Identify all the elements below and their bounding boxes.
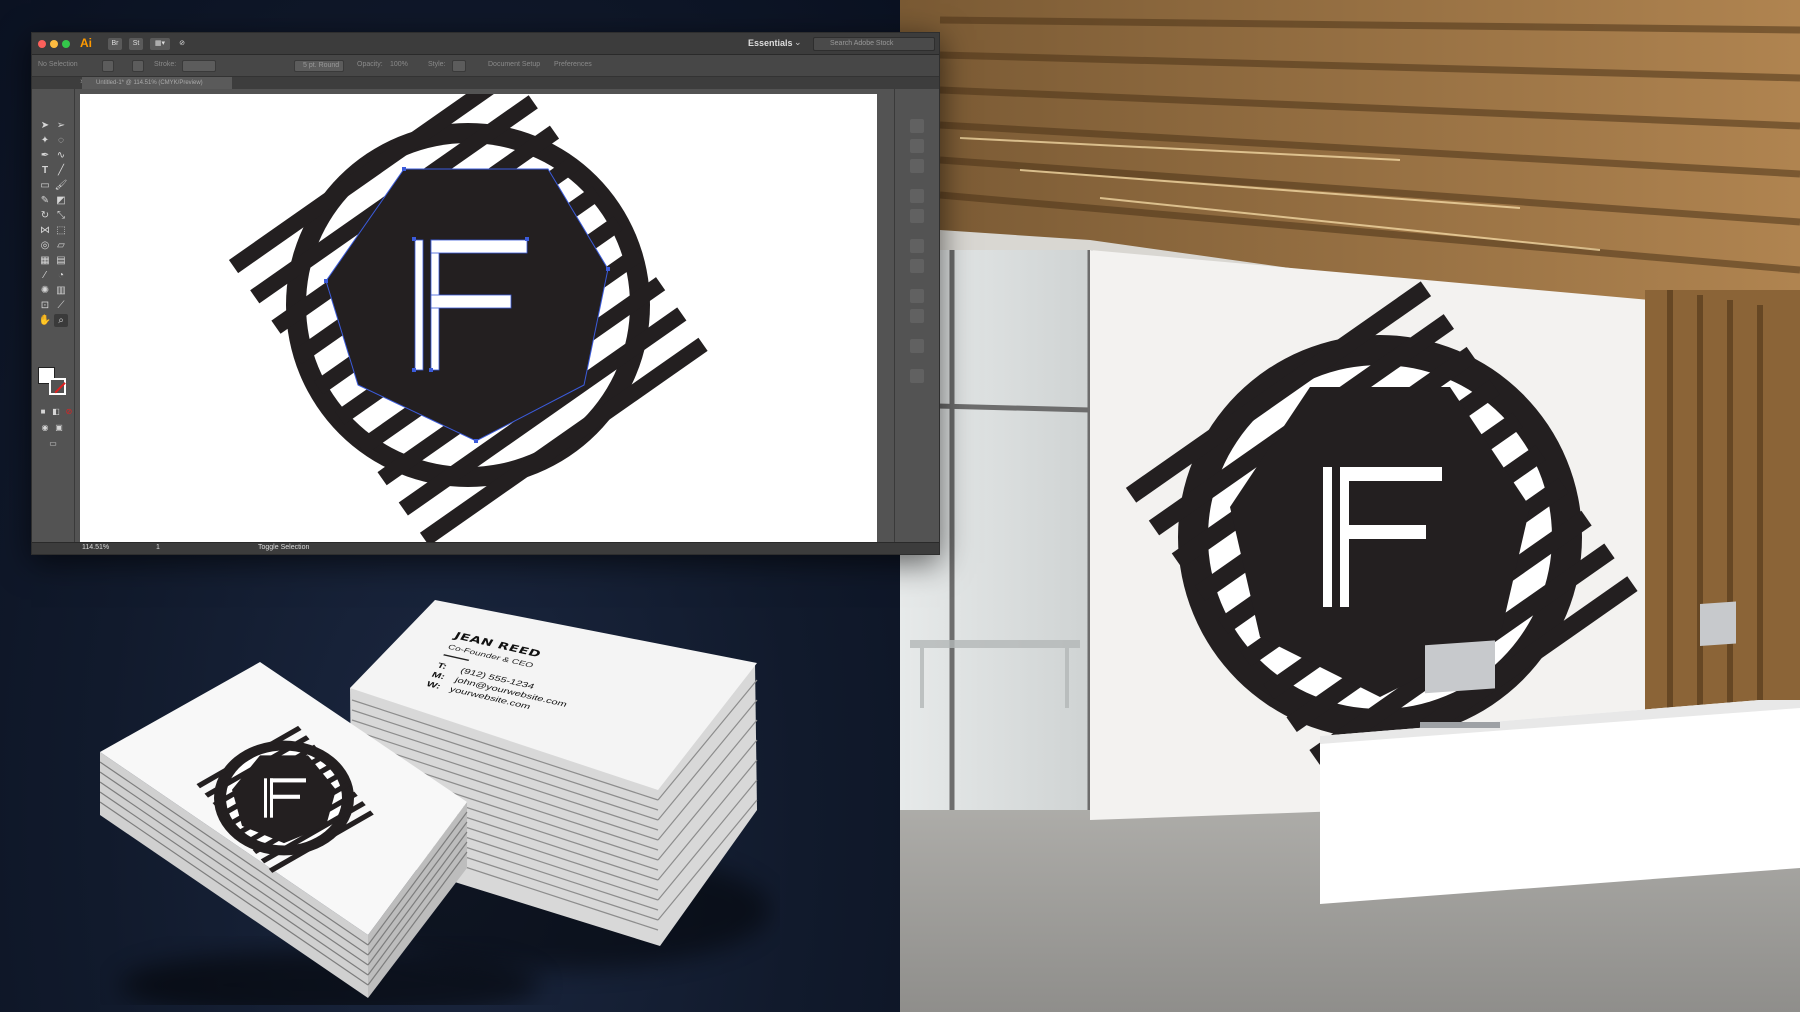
symbol-sprayer-tool-icon[interactable]: ✺	[38, 284, 52, 297]
document-tabs: × Untitled-1* @ 114.51% (CMYK/Preview)	[32, 77, 939, 89]
stroke-panel-icon[interactable]	[910, 289, 924, 303]
document-setup-button[interactable]: Document Setup	[488, 61, 540, 68]
opacity-label: Opacity:	[357, 61, 383, 68]
gradient-panel-icon[interactable]	[910, 309, 924, 323]
brushes-panel-icon[interactable]	[910, 239, 924, 253]
style-label: Style:	[428, 61, 446, 68]
screen-mode-icon[interactable]: ▣	[52, 421, 66, 434]
appearance-panel-icon[interactable]	[910, 369, 924, 383]
lasso-tool-icon[interactable]: ◌	[54, 134, 68, 147]
blend-tool-icon[interactable]: ◔	[54, 269, 68, 282]
layers-panel-icon[interactable]	[910, 139, 924, 153]
minimize-window-button[interactable]	[50, 40, 58, 48]
color-panel-icon[interactable]	[910, 189, 924, 203]
perspective-grid-tool-icon[interactable]: ▱	[54, 239, 68, 252]
zoom-level-field[interactable]: 114.51%	[82, 544, 109, 551]
artboard-tool-icon[interactable]: ⊡	[38, 299, 52, 312]
maximize-window-button[interactable]	[62, 40, 70, 48]
gpu-performance-icon[interactable]: ⊘	[175, 38, 189, 50]
magic-wand-tool-icon[interactable]: ✦	[38, 134, 52, 147]
change-screen-mode-icon[interactable]: ▭	[46, 437, 60, 450]
eraser-tool-icon[interactable]: ◩	[54, 194, 68, 207]
pen-tool-icon[interactable]: ✒	[38, 149, 52, 162]
pencil-tool-icon[interactable]: ✎	[38, 194, 52, 207]
selection-tool-icon[interactable]: ➤	[38, 119, 52, 132]
properties-panel-icon[interactable]	[910, 119, 924, 133]
gradient-tool-icon[interactable]: ▤	[54, 254, 68, 267]
color-mode-icon[interactable]: ■	[36, 405, 50, 418]
tools-panel: ➤ ➢ ✦ ◌ ✒ ∿ T ╱ ▭ 🖌 ✎ ◩ ↻ ⤡ ⋈ ⬚ ◎ ▱ ▦ ▤ …	[32, 89, 75, 544]
artboard-navigator[interactable]: 1	[156, 544, 160, 551]
fill-control[interactable]	[102, 60, 114, 72]
mesh-tool-icon[interactable]: ▦	[38, 254, 52, 267]
free-transform-tool-icon[interactable]: ⬚	[54, 224, 68, 237]
direct-selection-tool-icon[interactable]: ➢	[54, 119, 68, 132]
illustrator-logo: Ai	[80, 36, 92, 50]
width-tool-icon[interactable]: ⋈	[38, 224, 52, 237]
preferences-button[interactable]: Preferences	[554, 61, 592, 68]
app-titlebar: Ai Br St ▦▾ ⊘ Essentials ⌄ ⌕ Search Adob…	[32, 33, 939, 55]
rotate-tool-icon[interactable]: ↻	[38, 209, 52, 222]
chevron-down-icon[interactable]: ⌄	[794, 37, 802, 48]
scale-tool-icon[interactable]: ⤡	[54, 209, 68, 222]
status-menu[interactable]: Toggle Selection	[258, 544, 309, 551]
stroke-color-swatch[interactable]	[49, 378, 66, 395]
bridge-button[interactable]: Br	[108, 38, 122, 50]
stroke-color-control[interactable]	[132, 60, 144, 72]
office-scene	[900, 0, 1800, 1012]
workspace-switcher[interactable]: Essentials	[748, 38, 793, 48]
draw-mode-icon[interactable]: ◉	[38, 421, 52, 434]
paintbrush-tool-icon[interactable]: 🖌	[54, 179, 68, 192]
brush-selector[interactable]: 5 pt. Round	[294, 60, 344, 72]
stroke-weight-field[interactable]	[182, 60, 216, 72]
close-window-button[interactable]	[38, 40, 46, 48]
swatches-panel-icon[interactable]	[910, 209, 924, 223]
status-bar: 114.51% 1 Toggle Selection	[32, 542, 939, 554]
zoom-tool-icon[interactable]: ⌕	[54, 314, 68, 327]
illustrator-window: Ai Br St ▦▾ ⊘ Essentials ⌄ ⌕ Search Adob…	[31, 32, 940, 555]
gradient-mode-icon[interactable]: ◧	[49, 405, 63, 418]
selection-status: No Selection	[38, 61, 78, 68]
panel-dock	[894, 89, 939, 544]
slice-tool-icon[interactable]: ⟋	[54, 299, 68, 312]
graphic-style-picker[interactable]	[452, 60, 466, 72]
document-tab[interactable]: Untitled-1* @ 114.51% (CMYK/Preview)	[82, 77, 232, 89]
opacity-value[interactable]: 100%	[390, 61, 408, 68]
logo-artwork[interactable]	[80, 94, 877, 543]
stroke-label: Stroke:	[154, 61, 177, 68]
arrange-documents-icon[interactable]: ▦▾	[150, 38, 170, 50]
eyedropper-tool-icon[interactable]: ⁄	[38, 269, 52, 282]
curvature-tool-icon[interactable]: ∿	[54, 149, 68, 162]
type-tool-icon[interactable]: T	[38, 164, 52, 177]
graph-tool-icon[interactable]: ▥	[54, 284, 68, 297]
transparency-panel-icon[interactable]	[910, 339, 924, 353]
control-bar: No Selection Stroke: 5 pt. Round Opacity…	[32, 55, 939, 77]
office-reception-mockup	[900, 0, 1800, 1012]
line-tool-icon[interactable]: ╱	[54, 164, 68, 177]
card-divider	[443, 654, 470, 662]
libraries-panel-icon[interactable]	[910, 159, 924, 173]
none-mode-icon[interactable]: ⊘	[62, 405, 76, 418]
symbols-panel-icon[interactable]	[910, 259, 924, 273]
artboard-canvas[interactable]	[80, 94, 877, 543]
shape-builder-tool-icon[interactable]: ◎	[38, 239, 52, 252]
hand-tool-icon[interactable]: ✋	[38, 314, 52, 327]
rectangle-tool-icon[interactable]: ▭	[38, 179, 52, 192]
stock-search-input[interactable]: Search Adobe Stock	[813, 37, 935, 51]
stock-button[interactable]: St	[129, 38, 143, 50]
